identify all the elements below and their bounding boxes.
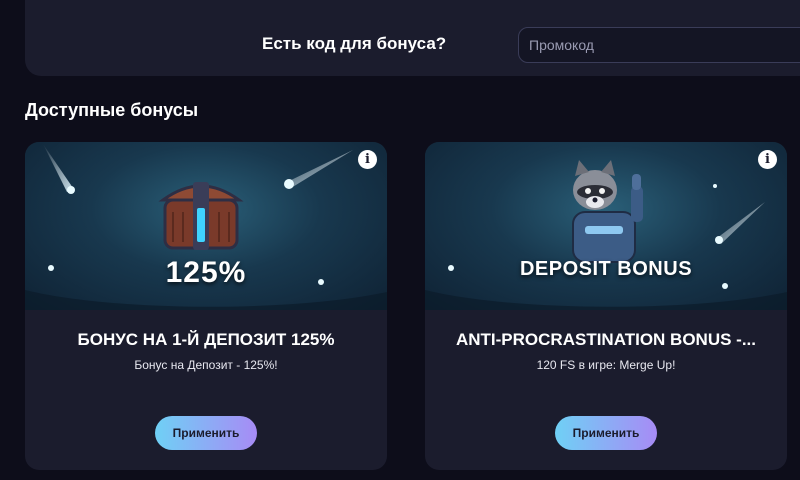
promo-question-label: Есть код для бонуса? (262, 34, 447, 53)
bonus-subtitle: 120 FS в игре: Merge Up! (536, 358, 676, 372)
apply-button[interactable]: Применить (155, 416, 257, 450)
raccoon-astronaut-icon (572, 160, 643, 263)
bonus-card: i 125% БОНУС НА 1-Й ДЕПОЗИТ 125% Бонус н… (25, 142, 387, 470)
bonus-title: БОНУС НА 1-Й ДЕПОЗИТ 125% (77, 330, 335, 349)
bonus-banner: i 125% (25, 142, 387, 310)
available-bonuses-title: Доступные бонусы (25, 100, 199, 120)
bonus-banner: i DEPOSIT BONUS (425, 142, 787, 310)
info-icon[interactable]: i (358, 150, 377, 169)
promo-code-input[interactable] (518, 27, 800, 63)
bonus-title: ANTI-PROCRASTINATION BONUS -... (455, 330, 756, 349)
banner-text: DEPOSIT BONUS (519, 258, 693, 280)
bonus-subtitle: Бонус на Депозит - 125%! (134, 358, 278, 372)
info-icon[interactable]: i (758, 150, 777, 169)
banner-text: 125% (165, 256, 247, 289)
bonus-card: i DEPOSIT BONUS ANTI-PROCRASTINATION BON… (425, 142, 787, 470)
apply-button[interactable]: Применить (555, 416, 657, 450)
